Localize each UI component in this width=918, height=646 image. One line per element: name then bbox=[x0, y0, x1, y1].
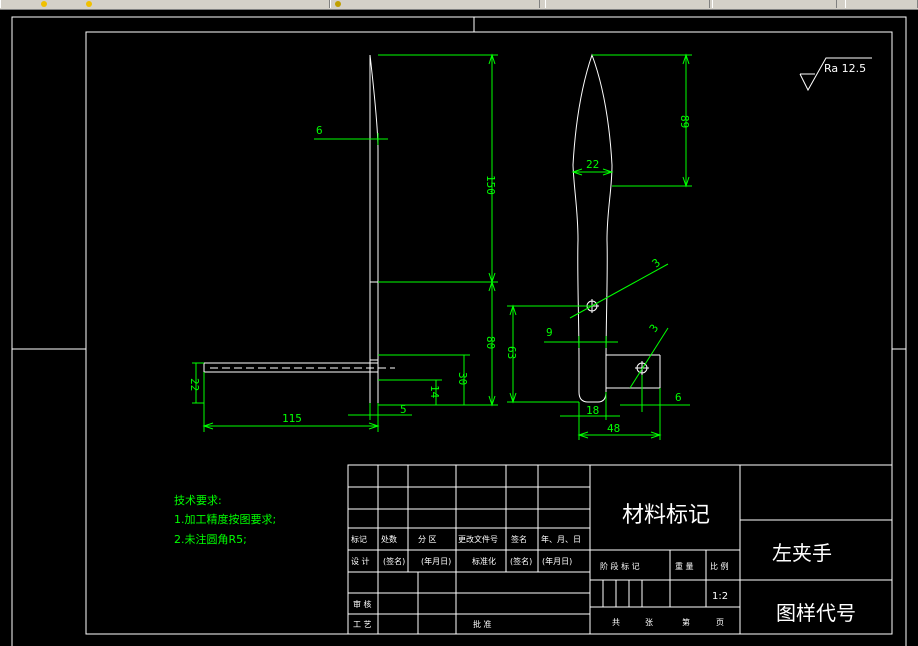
tech-title: 技术要求: bbox=[174, 494, 222, 507]
tb-label-signature: 签名 bbox=[511, 534, 527, 544]
dim-150-text: 150 bbox=[484, 175, 497, 195]
dim-9-text: 9 bbox=[546, 326, 553, 339]
part-name: 左夹手 bbox=[772, 541, 832, 565]
tb-weight: 重 量 bbox=[675, 561, 694, 571]
dim-9: 9 bbox=[544, 326, 618, 348]
tb-page: 页 bbox=[716, 618, 724, 627]
dim-150-80: 150 80 bbox=[378, 53, 498, 407]
side-view bbox=[203, 54, 395, 403]
tb-label-mark: 标记 bbox=[351, 534, 367, 544]
dim-dia-small-text: 3 bbox=[647, 322, 661, 335]
dim-5-text: 5 bbox=[400, 403, 407, 416]
tb-label-date: 年、月、日 bbox=[541, 534, 581, 544]
dim-22-top-text: 22 bbox=[586, 158, 599, 171]
dim-22-left: 22 bbox=[188, 362, 204, 404]
title-block: 材料标记 左夹手 图样代号 1:2 标记 处数 分 区 更改文件号 签名 年、月… bbox=[347, 464, 893, 635]
tb-sheets: 张 bbox=[645, 618, 653, 627]
dim-22-left-text: 22 bbox=[188, 378, 201, 391]
dim-80-text: 80 bbox=[484, 336, 497, 349]
tb-label-count: 处数 bbox=[381, 534, 397, 544]
tb-standardization: 标准化 bbox=[472, 556, 496, 566]
tb-stage-mark: 阶 段 标 记 bbox=[600, 561, 640, 571]
cad-drawing-canvas[interactable]: 6 150 80 30 14 115 5 22 89 22 3 3 9 63 6… bbox=[0, 0, 918, 646]
drawing-code: 图样代号 bbox=[776, 601, 856, 625]
dim-dia-big: 3 bbox=[569, 256, 669, 319]
front-view bbox=[572, 53, 661, 403]
dim-6-right-text: 6 bbox=[675, 391, 682, 404]
scale-value: 1:2 bbox=[712, 591, 728, 602]
tb-scale: 比 例 bbox=[710, 561, 729, 571]
dim-89-text: 89 bbox=[678, 115, 691, 128]
dim-89: 89 bbox=[592, 53, 692, 188]
dim-30-text: 30 bbox=[456, 372, 469, 385]
tb-total: 共 bbox=[612, 618, 620, 627]
tb-design: 设 计 bbox=[351, 556, 370, 566]
tb-label-zone: 分 区 bbox=[418, 535, 437, 544]
tb-label-change-doc: 更改文件号 bbox=[458, 534, 498, 544]
dim-18-48: 18 48 bbox=[560, 392, 662, 440]
dim-5-115: 115 5 bbox=[202, 372, 412, 432]
dim-30-14: 30 14 bbox=[378, 354, 470, 405]
tb-approve: 批 准 bbox=[473, 619, 492, 629]
dim-6-top-text: 6 bbox=[316, 124, 323, 137]
dim-18-text: 18 bbox=[586, 404, 599, 417]
technical-requirements: 技术要求: 1.加工精度按图要求; 2.未注圆角R5; bbox=[174, 494, 276, 546]
tb-design-sign: (签名) bbox=[383, 556, 405, 566]
surface-roughness-symbol: Ra 12.5 bbox=[799, 57, 872, 92]
tb-review: 审 核 bbox=[353, 599, 372, 609]
dim-48-text: 48 bbox=[607, 422, 620, 435]
tb-std-date: (年月日) bbox=[542, 556, 572, 566]
dim-22-top: 22 bbox=[571, 158, 614, 176]
tb-number: 第 bbox=[682, 617, 690, 627]
tech-line-1: 1.加工精度按图要求; bbox=[174, 512, 276, 526]
material-mark: 材料标记 bbox=[622, 503, 710, 528]
dim-6-right: 6 bbox=[620, 375, 690, 412]
dim-14-text: 14 bbox=[428, 385, 441, 399]
tb-process: 工 艺 bbox=[353, 620, 372, 629]
tb-std-sign: (签名) bbox=[510, 556, 532, 566]
dim-115-text: 115 bbox=[282, 412, 302, 425]
dim-63-text: 63 bbox=[505, 346, 518, 359]
tb-design-date: (年月日) bbox=[421, 556, 451, 566]
roughness-text: Ra 12.5 bbox=[824, 62, 866, 75]
tech-line-2: 2.未注圆角R5; bbox=[174, 532, 247, 546]
